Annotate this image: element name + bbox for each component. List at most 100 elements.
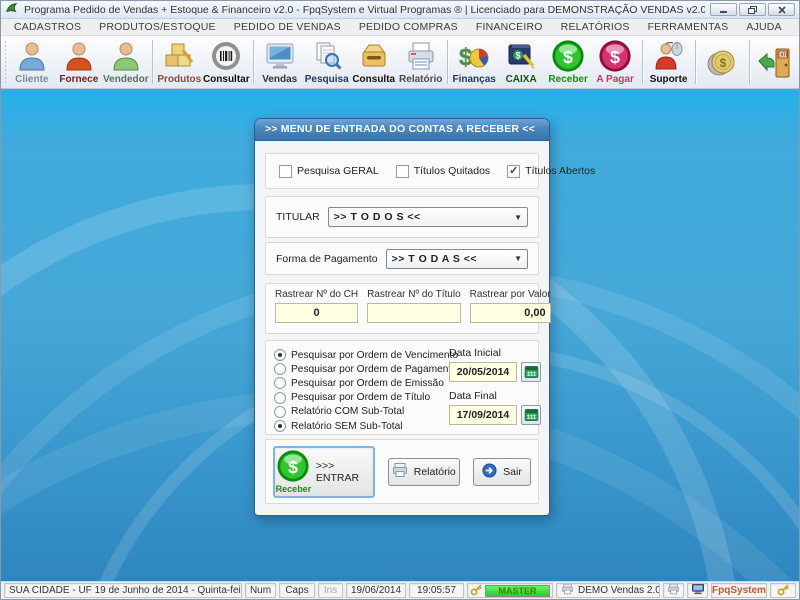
checkbox-box[interactable] bbox=[507, 165, 520, 178]
toolbar-button-suporte[interactable]: Suporte bbox=[645, 37, 692, 87]
toolbar-label: CAIXA bbox=[506, 74, 537, 85]
menu-ajuda[interactable]: AJUDA bbox=[737, 21, 790, 33]
radio-dot[interactable] bbox=[274, 349, 286, 361]
menu-produtos-estoque[interactable]: PRODUTOS/ESTOQUE bbox=[90, 21, 225, 33]
supplier-person-icon bbox=[63, 38, 95, 74]
forma-pagamento-dropdown[interactable]: >> T O D A S << ▼ bbox=[386, 249, 528, 269]
checkbox-box[interactable] bbox=[396, 165, 409, 178]
status-date: 19/06/2014 bbox=[346, 583, 406, 598]
svg-text:$: $ bbox=[610, 47, 620, 67]
checkbox-label: Títulos Quitados bbox=[414, 165, 490, 177]
menu-ferramentas[interactable]: FERRAMENTAS bbox=[639, 21, 738, 33]
sair-button[interactable]: Sair bbox=[473, 458, 531, 486]
rastrear-ch-input[interactable] bbox=[275, 303, 358, 323]
products-boxes-icon bbox=[163, 38, 195, 74]
forma-pagamento-panel: Forma de Pagamento >> T O D A S << ▼ bbox=[265, 242, 539, 275]
relatorio-button-label: Relatório bbox=[414, 466, 456, 478]
printer-icon bbox=[392, 462, 408, 481]
checkbox-box[interactable] bbox=[279, 165, 292, 178]
menu-pedido-compras[interactable]: PEDIDO COMPRAS bbox=[350, 21, 467, 33]
checkbox-pesquisa-geral[interactable]: Pesquisa GERAL bbox=[279, 165, 379, 178]
menu-relatorios[interactable]: RELATÓRIOS bbox=[552, 21, 639, 33]
status-app-version: DEMO Vendas 2.0 bbox=[556, 583, 660, 598]
printer-icon bbox=[667, 583, 680, 598]
radio-dot[interactable] bbox=[274, 392, 286, 404]
toolbar-label: Vendas bbox=[262, 74, 297, 85]
toolbar-button-fornece[interactable]: Fornece bbox=[55, 37, 102, 87]
status-printer-button[interactable] bbox=[663, 583, 684, 598]
status-numlock: Num bbox=[245, 583, 276, 598]
radio-label: Pesquisar por Ordem de Pagamento bbox=[291, 364, 457, 375]
data-final-input[interactable] bbox=[449, 405, 517, 425]
chevron-down-icon: ▼ bbox=[514, 213, 522, 222]
toolbar-label: Finanças bbox=[452, 74, 495, 85]
exit-door-icon: EXIT bbox=[757, 45, 793, 81]
toolbar-button-receber[interactable]: $ Receber bbox=[545, 37, 592, 87]
order-and-dates-panel: Pesquisar por Ordem de Vencimento Pesqui… bbox=[265, 340, 539, 435]
pay-dollar-icon: $ bbox=[598, 38, 632, 74]
svg-text:$: $ bbox=[516, 51, 521, 61]
status-security-button[interactable] bbox=[770, 583, 796, 598]
checkbox-label: Títulos Abertos bbox=[525, 165, 595, 177]
minimize-button[interactable] bbox=[710, 3, 737, 16]
radio-dot[interactable] bbox=[274, 363, 286, 375]
toolbar-button-pesquisa[interactable]: Pesquisa bbox=[303, 37, 350, 87]
radio-label: Relatório COM Sub-Total bbox=[291, 406, 404, 417]
status-time: 19:05:57 bbox=[409, 583, 464, 598]
entrar-button[interactable]: $ Receber >>> ENTRAR bbox=[273, 446, 375, 498]
radio-dot[interactable] bbox=[274, 406, 286, 418]
rastrear-valor-input[interactable] bbox=[470, 303, 551, 323]
titular-label: TITULAR bbox=[276, 211, 320, 223]
user-level-bar: MASTER bbox=[485, 585, 550, 597]
status-computer-button[interactable] bbox=[687, 583, 708, 598]
data-inicial-calendar-button[interactable] bbox=[521, 362, 541, 382]
relatorio-button[interactable]: Relatório bbox=[388, 458, 460, 486]
seller-person-icon bbox=[110, 38, 142, 74]
toolbar-button-consulta[interactable]: Consulta bbox=[350, 37, 397, 87]
window-title: Programa Pedido de Vendas + Estoque & Fi… bbox=[24, 4, 705, 16]
menu-cadastros[interactable]: CADASTROS bbox=[5, 21, 90, 33]
svg-text:$: $ bbox=[563, 47, 573, 67]
printer-icon bbox=[561, 583, 574, 598]
toolbar-button-vendedor[interactable]: Vendedor bbox=[102, 37, 149, 87]
forma-pagamento-label: Forma de Pagamento bbox=[276, 253, 378, 265]
menu-pedido-de-vendas[interactable]: PEDIDO DE VENDAS bbox=[225, 21, 350, 33]
status-location: SUA CIDADE - UF 19 de Junho de 2014 - Qu… bbox=[4, 583, 242, 598]
toolbar-label: Produtos bbox=[157, 74, 201, 85]
close-button[interactable] bbox=[768, 3, 795, 16]
toolbar-label: Fornece bbox=[59, 74, 98, 85]
menu-financeiro[interactable]: FINANCEIRO bbox=[467, 21, 552, 33]
toolbar-button-vendas[interactable]: Vendas bbox=[256, 37, 303, 87]
calendar-icon bbox=[523, 364, 540, 380]
radio-dot[interactable] bbox=[274, 377, 286, 389]
toolbar-button-a-pagar[interactable]: $ A Pagar bbox=[592, 37, 639, 87]
toolbar-label: Vendedor bbox=[103, 74, 149, 85]
dialog-buttons-panel: $ Receber >>> ENTRAR Relatório bbox=[265, 439, 539, 504]
checkbox-titulos-abertos[interactable]: Títulos Abertos bbox=[507, 165, 595, 178]
toolbar-label: Consulta bbox=[352, 74, 395, 85]
radio-label: Pesquisar por Ordem de Vencimento bbox=[291, 350, 458, 361]
drawer-box-icon bbox=[358, 38, 390, 74]
toolbar-label: Pesquisa bbox=[305, 74, 349, 85]
support-icon bbox=[653, 38, 685, 74]
checkbox-titulos-quitados[interactable]: Títulos Quitados bbox=[396, 165, 490, 178]
titular-dropdown[interactable]: >> T O D O S << ▼ bbox=[328, 207, 528, 227]
restore-button[interactable] bbox=[739, 3, 766, 16]
toolbar-button-exit[interactable]: EXIT bbox=[752, 37, 799, 87]
toolbar-button-consultar[interactable]: Consultar bbox=[203, 37, 250, 87]
data-final-calendar-button[interactable] bbox=[521, 405, 541, 425]
toolbar-button-caixa[interactable]: $ CAIXA bbox=[498, 37, 545, 87]
rastrear-titulo-input[interactable] bbox=[367, 303, 461, 323]
toolbar-button-relatorio[interactable]: Relatório bbox=[397, 37, 444, 87]
radio-dot[interactable] bbox=[274, 420, 286, 432]
svg-text:$: $ bbox=[288, 457, 298, 477]
toolbar-label: Receber bbox=[548, 74, 587, 85]
toolbar-button-coin[interactable]: $ bbox=[699, 37, 746, 87]
receive-dollar-icon: $ bbox=[276, 449, 310, 486]
toolbar-label: A Pagar bbox=[596, 74, 633, 85]
toolbar-button-financas[interactable]: $ Finanças bbox=[451, 37, 498, 87]
toolbar-button-produtos[interactable]: Produtos bbox=[156, 37, 203, 87]
app-version-text: DEMO Vendas 2.0 bbox=[578, 585, 660, 596]
toolbar-button-cliente[interactable]: Cliente bbox=[8, 37, 55, 87]
data-inicial-input[interactable] bbox=[449, 362, 517, 382]
